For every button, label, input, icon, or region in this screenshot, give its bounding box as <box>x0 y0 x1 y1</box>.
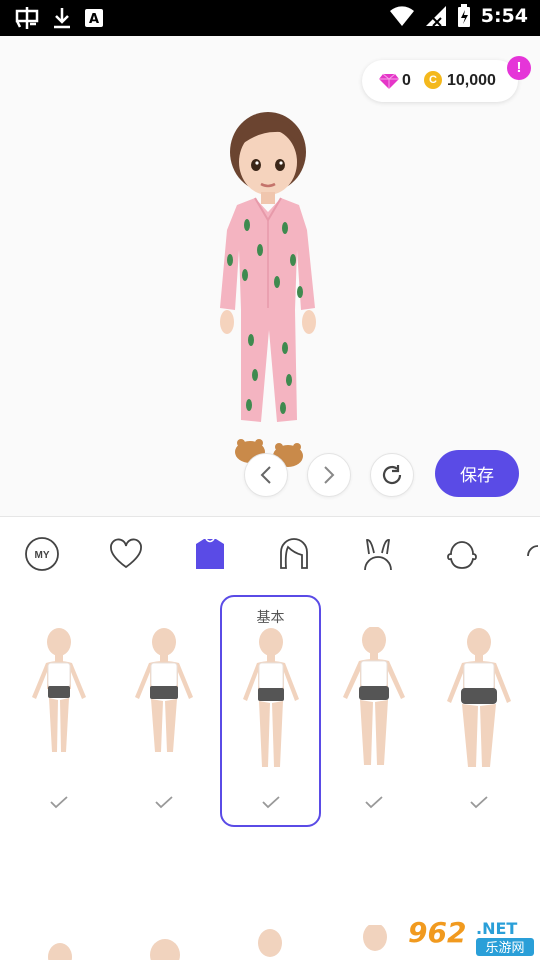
chevron-left-icon <box>260 466 271 484</box>
body-icon <box>196 538 224 569</box>
check-icon <box>262 796 280 809</box>
body-type-label: 基本 <box>256 609 285 625</box>
watermark-tld: .NET <box>476 919 517 938</box>
coin-count: 10,000 <box>447 72 496 89</box>
status-bar: A 5:54 <box>0 0 540 36</box>
signal-icon <box>425 6 446 27</box>
tab-favorites[interactable] <box>104 532 148 576</box>
chevron-right-icon <box>324 466 335 484</box>
tab-more[interactable] <box>524 532 540 576</box>
bunny-ears-icon <box>364 539 392 571</box>
gem-count: 0 <box>402 72 411 89</box>
body-figure <box>32 628 86 752</box>
refresh-icon <box>382 465 402 485</box>
next-button[interactable] <box>307 453 351 497</box>
body-type-card[interactable] <box>430 597 528 825</box>
alert-badge[interactable]: ! <box>507 56 531 80</box>
divider <box>0 516 540 517</box>
partial-tab-icon <box>527 545 539 557</box>
notification-app-icon <box>15 7 39 29</box>
clock: 5:54 <box>480 5 528 27</box>
body-figure <box>135 628 193 752</box>
tab-hair[interactable] <box>272 532 316 576</box>
coin-icon: C <box>424 71 442 89</box>
prev-button[interactable] <box>244 453 288 497</box>
text-app-icon: A <box>85 9 103 27</box>
gem-icon <box>379 73 399 89</box>
battery-charging-icon <box>457 4 470 27</box>
svg-text:A: A <box>89 12 99 27</box>
head-icon <box>447 541 477 569</box>
tab-head[interactable] <box>440 532 484 576</box>
body-figure <box>243 628 299 767</box>
heart-icon <box>110 538 142 569</box>
wifi-icon <box>389 6 414 26</box>
body-figure <box>343 627 405 765</box>
tab-my-label: MY <box>35 550 50 561</box>
download-icon <box>54 8 70 29</box>
site-watermark-logo: 962 .NET 乐游网 <box>402 912 538 958</box>
check-icon <box>155 796 173 809</box>
tab-body[interactable] <box>188 532 232 576</box>
hair-icon <box>280 538 308 569</box>
reset-button[interactable] <box>370 453 414 497</box>
body-figure <box>447 628 511 767</box>
watermark-sub: 乐游网 <box>485 941 524 956</box>
check-icon <box>365 796 383 809</box>
currency-display[interactable]: 0 C 10,000 <box>362 60 518 102</box>
check-icon <box>50 796 68 809</box>
save-button[interactable]: 保存 <box>435 450 519 497</box>
tab-my[interactable]: MY <box>20 532 64 576</box>
avatar-model <box>220 112 316 467</box>
check-icon <box>470 796 488 809</box>
body-type-card[interactable] <box>10 597 108 825</box>
tab-accessories[interactable] <box>356 532 400 576</box>
body-type-card-selected[interactable]: 基本 <box>220 595 321 827</box>
watermark-brand: 962 <box>408 916 466 949</box>
my-icon: MY <box>25 537 59 571</box>
body-type-card[interactable] <box>325 597 423 825</box>
body-type-card[interactable] <box>115 597 213 825</box>
